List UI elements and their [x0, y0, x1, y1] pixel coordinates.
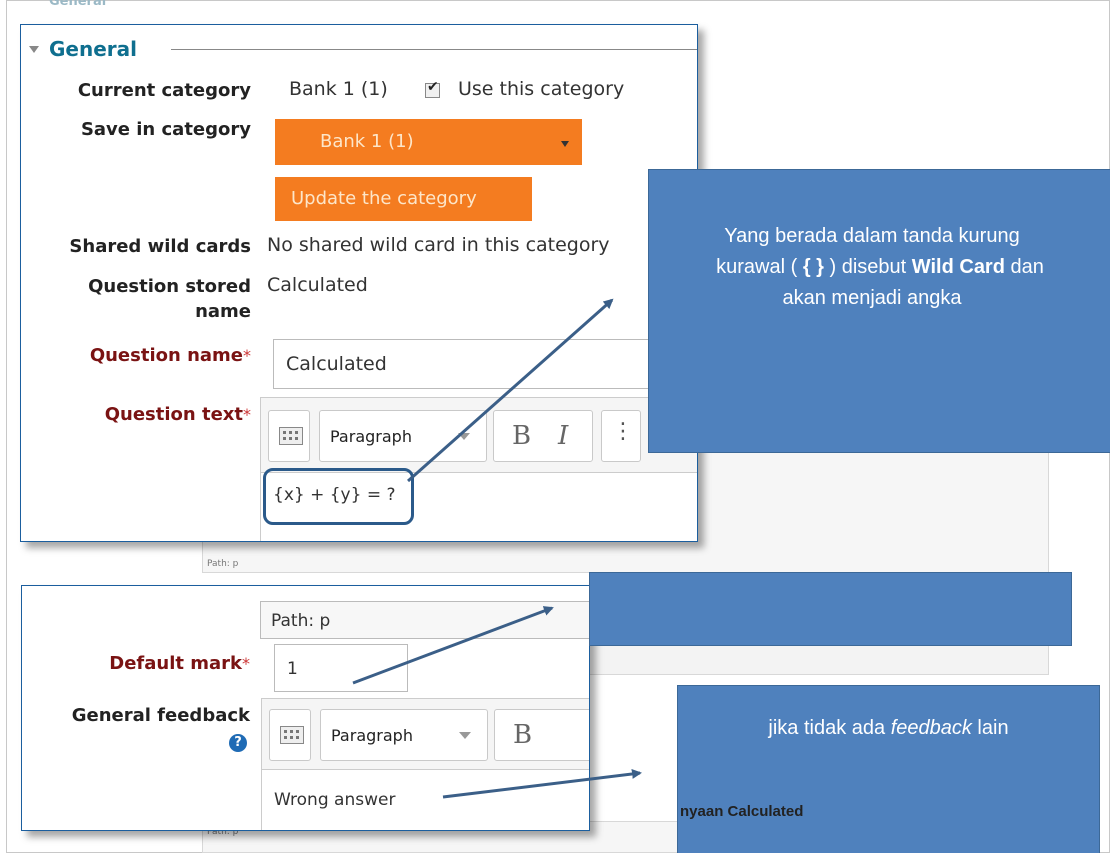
- arrow-feedback: [442, 769, 642, 799]
- arrow-default-mark: [352, 606, 554, 685]
- screenshot-stage: General Path: p Path: p General Current …: [0, 0, 1110, 853]
- arrow-wildcard: [407, 298, 614, 483]
- arrow-overlay: [352, 298, 642, 799]
